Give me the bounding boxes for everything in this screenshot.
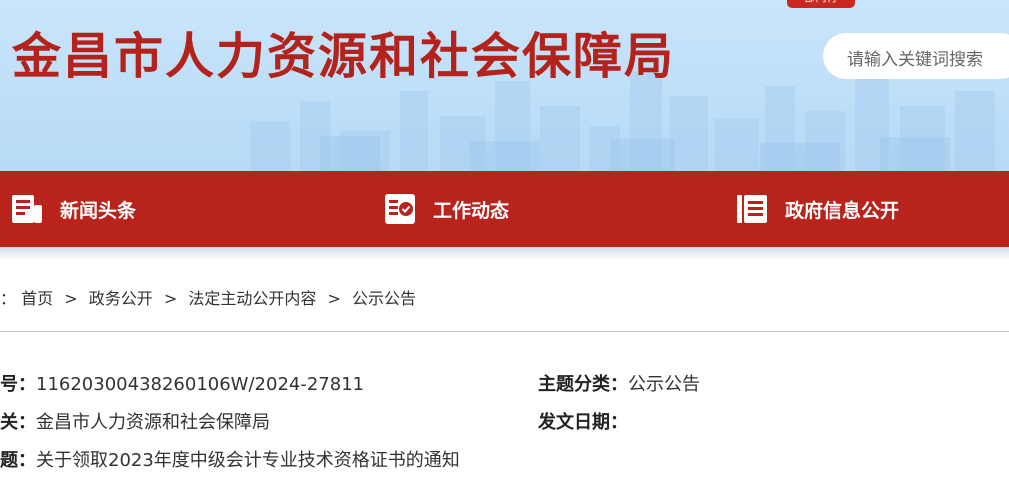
nav-label: 新闻头条 xyxy=(60,199,137,222)
meta-title: 题：关于领取2023年度中级会计专业技术资格证书的通知 xyxy=(0,446,460,472)
corner-tag[interactable]: 部门行 xyxy=(787,0,855,8)
meta-index-number: 号：11620300438260106W/2024-27811 xyxy=(0,370,364,396)
meta-value: 金昌市人力资源和社会保障局 xyxy=(36,412,270,433)
site-title[interactable]: 金昌市人力资源和社会保障局 xyxy=(12,17,675,88)
nav-item-gov-info-disclosure[interactable]: 政府信息公开 xyxy=(735,171,899,247)
meta-value: 关于领取2023年度中级会计专业技术资格证书的通知 xyxy=(36,450,460,471)
meta-value: 公示公告 xyxy=(628,374,700,395)
breadcrumb: ： 首页 > 政务公开 > 法定主动公开内容 > 公示公告 xyxy=(0,285,416,309)
meta-key: 发文日期： xyxy=(538,412,628,433)
breadcrumb-separator: > xyxy=(327,289,341,308)
breadcrumb-prefix: ： xyxy=(0,289,17,308)
breadcrumb-item-announcements[interactable]: 公示公告 xyxy=(352,289,416,308)
breadcrumb-separator: > xyxy=(163,289,178,308)
breadcrumb-item-home[interactable]: 首页 xyxy=(21,289,53,308)
document-list-icon xyxy=(737,195,767,223)
breadcrumb-separator: > xyxy=(64,289,78,308)
checklist-icon xyxy=(385,194,415,224)
meta-key: 主题分类： xyxy=(538,374,628,395)
newspaper-icon xyxy=(12,195,42,223)
meta-issue-date: 发文日期： xyxy=(538,408,628,434)
meta-category: 主题分类：公示公告 xyxy=(538,370,700,396)
nav-shadow xyxy=(0,247,1009,261)
meta-value: 11620300438260106W/2024-27811 xyxy=(36,374,365,395)
main-nav: 新闻头条 工作动态 政府信息公开 xyxy=(0,171,1009,247)
meta-key: 号： xyxy=(0,374,36,395)
meta-key: 题： xyxy=(0,450,36,471)
search-input[interactable]: 请输入关键词搜索 xyxy=(823,33,1009,79)
breadcrumb-item-gov-affairs[interactable]: 政务公开 xyxy=(89,289,153,308)
search-placeholder: 请输入关键词搜索 xyxy=(847,50,983,70)
nav-label: 政府信息公开 xyxy=(785,199,900,222)
meta-issuer: 关：金昌市人力资源和社会保障局 xyxy=(0,408,270,434)
nav-item-work-updates[interactable]: 工作动态 xyxy=(383,171,509,247)
nav-label: 工作动态 xyxy=(433,199,510,222)
breadcrumb-item-statutory-disclosure[interactable]: 法定主动公开内容 xyxy=(188,289,316,308)
nav-item-news-headlines[interactable]: 新闻头条 xyxy=(10,171,136,247)
meta-key: 关： xyxy=(0,412,36,433)
content-divider xyxy=(0,331,1009,332)
header-banner: 金昌市人力资源和社会保障局 部门行 请输入关键词搜索 xyxy=(0,0,1009,171)
